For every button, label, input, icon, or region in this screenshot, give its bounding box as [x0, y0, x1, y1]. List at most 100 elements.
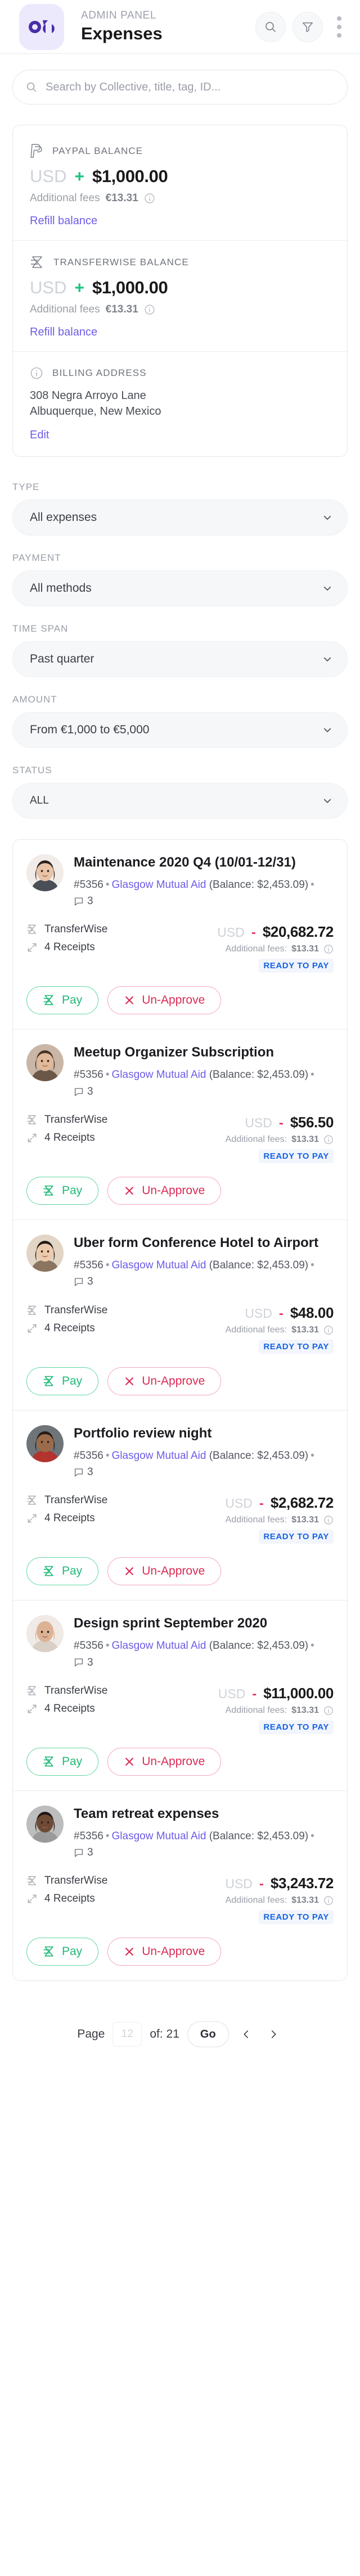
expense-collective-link[interactable]: Glasgow Mutual Aid: [112, 879, 206, 891]
expense-balance-prefix: (Balance:: [209, 1830, 254, 1842]
expense-row[interactable]: Meetup Organizer Subscription #5356 • Glas…: [13, 1029, 347, 1219]
expand-arrows-icon: [28, 1324, 37, 1332]
status-badge: READY TO PAY: [259, 1910, 334, 1925]
info-circle-icon[interactable]: [323, 1515, 334, 1525]
expense-receipts[interactable]: 4 Receipts: [26, 941, 217, 954]
pagination-next-button[interactable]: [264, 2023, 283, 2046]
expense-fees-row: Additional fees: $13.31: [226, 1135, 334, 1145]
expense-comments[interactable]: 3: [74, 1844, 93, 1861]
expense-amount-block: USD - $48.00 Additional fees: $13.31 REA…: [226, 1304, 334, 1354]
header-titles: ADMIN PANEL Expenses: [81, 9, 249, 45]
expense-row[interactable]: Team retreat expenses #5356 • Glasgow Mutu…: [13, 1790, 347, 1981]
expense-row[interactable]: Maintenance 2020 Q4 (10/01-12/31) #5356 •…: [13, 840, 347, 1030]
un-approve-button[interactable]: Un-Approve: [107, 1747, 222, 1776]
expense-payment-method-label: TransferWise: [44, 1684, 108, 1697]
filter-payment-select[interactable]: All methods: [12, 570, 348, 606]
expense-title: Meetup Organizer Subscription: [74, 1045, 274, 1060]
pay-button[interactable]: Pay: [26, 986, 99, 1015]
filter-amount-value: From €1,000 to €5,000: [30, 723, 150, 736]
expense-receipts[interactable]: 4 Receipts: [26, 1893, 225, 1905]
expense-fees-amount: $13.31: [291, 1515, 319, 1525]
info-circle-icon[interactable]: [144, 193, 155, 204]
search-icon-button[interactable]: [255, 11, 286, 42]
un-approve-button[interactable]: Un-Approve: [107, 1938, 222, 1966]
info-circle-icon[interactable]: [323, 1895, 334, 1906]
expense-details: TransferWise 4 Receipts USD - $11,000.00…: [26, 1685, 334, 1734]
filter-status-label: STATUS: [12, 764, 52, 775]
filter-status: STATUS ALL: [12, 765, 348, 819]
expense-collective-link[interactable]: Glasgow Mutual Aid: [112, 1259, 206, 1271]
filter-status-select[interactable]: ALL: [12, 782, 348, 819]
expense-comments[interactable]: 3: [74, 1464, 93, 1480]
expense-amount-block: USD - $2,682.72 Additional fees: $13.31 …: [225, 1494, 334, 1544]
expense-amount-block: USD - $20,682.72 Additional fees: $13.31…: [217, 923, 334, 973]
pay-button[interactable]: Pay: [26, 1747, 99, 1776]
info-circle-icon[interactable]: [144, 304, 155, 315]
billing-address-edit-link[interactable]: Edit: [30, 429, 49, 441]
expense-comments[interactable]: 3: [74, 1273, 93, 1290]
expense-actions: Pay Un-Approve: [26, 1557, 334, 1586]
un-approve-button[interactable]: Un-Approve: [107, 1367, 222, 1395]
expense-balance-prefix: (Balance:: [209, 1640, 254, 1652]
pay-button[interactable]: Pay: [26, 1557, 99, 1586]
filter-type-select[interactable]: All expenses: [12, 499, 348, 536]
transferwise-icon: [27, 1305, 36, 1315]
expense-fees-row: Additional fees: $13.31: [225, 1515, 334, 1525]
more-vertical-icon[interactable]: [331, 12, 348, 42]
expense-currency: USD: [245, 1115, 272, 1130]
pagination-prev-button[interactable]: [237, 2023, 256, 2046]
expense-collective-balance: $2,453.09: [257, 1069, 305, 1081]
expense-receipts[interactable]: 4 Receipts: [26, 1703, 218, 1715]
expense-comments[interactable]: 3: [74, 893, 93, 909]
filter-icon-button[interactable]: [292, 11, 323, 42]
un-approve-button[interactable]: Un-Approve: [107, 1176, 222, 1205]
expense-receipts[interactable]: 4 Receipts: [26, 1132, 226, 1144]
transferwise-icon: [43, 1756, 53, 1767]
expense-comments[interactable]: 3: [74, 1654, 93, 1671]
pagination-total-label: of: 21: [150, 2028, 179, 2041]
expand-arrows-icon: [28, 1704, 37, 1713]
info-circle-icon[interactable]: [323, 1135, 334, 1145]
search-input[interactable]: [46, 80, 335, 94]
un-approve-button[interactable]: Un-Approve: [107, 986, 222, 1015]
expense-collective-link[interactable]: Glasgow Mutual Aid: [112, 1069, 206, 1081]
transferwise-icon: [27, 1495, 36, 1505]
close-x-icon: [125, 1757, 134, 1766]
pagination-go-button[interactable]: Go: [187, 2021, 229, 2048]
chevron-left-icon: [244, 2030, 248, 2039]
pay-button[interactable]: Pay: [26, 1367, 99, 1395]
pagination-page-input[interactable]: [112, 2022, 142, 2047]
expense-row[interactable]: Portfolio review night #5356 • Glasgow Mut…: [13, 1409, 347, 1600]
paypal-currency: USD: [30, 166, 67, 186]
expense-collective-link[interactable]: Glasgow Mutual Aid: [112, 1450, 206, 1462]
info-circle-icon[interactable]: [323, 1706, 334, 1716]
filter-amount-select[interactable]: From €1,000 to €5,000: [12, 711, 348, 748]
expense-comments[interactable]: 3: [74, 1083, 93, 1100]
expense-collective-link[interactable]: Glasgow Mutual Aid: [112, 1830, 206, 1842]
expense-currency: USD: [218, 1686, 246, 1701]
info-circle-icon[interactable]: [323, 1325, 334, 1335]
paypal-balance-header: PAYPAL BALANCE: [30, 143, 330, 158]
opencollective-logo-icon: [19, 3, 64, 50]
filter-time-span-select[interactable]: Past quarter: [12, 641, 348, 677]
expense-collective-balance: $2,453.09: [257, 878, 305, 891]
expense-row[interactable]: Design sprint September 2020 #5356 • Glasg…: [13, 1600, 347, 1790]
search-bar[interactable]: [12, 70, 348, 105]
expense-receipts[interactable]: 4 Receipts: [26, 1512, 225, 1525]
pay-button[interactable]: Pay: [26, 1176, 99, 1205]
transferwise-refill-balance-link[interactable]: Refill balance: [30, 326, 97, 338]
pay-button[interactable]: Pay: [26, 1938, 99, 1966]
un-approve-button-label: Un-Approve: [142, 1374, 205, 1387]
filter-status-value: ALL: [30, 794, 49, 806]
expense-row[interactable]: Uber form Conference Hotel to Airport #5…: [13, 1219, 347, 1410]
expense-id: #5356: [74, 878, 104, 891]
un-approve-button[interactable]: Un-Approve: [107, 1557, 222, 1586]
expense-meta: #5356 • Glasgow Mutual Aid (Balance: $2,45…: [74, 1638, 334, 1671]
expense-summary: Design sprint September 2020 #5356 • Glasg…: [26, 1615, 334, 1671]
expense-receipts[interactable]: 4 Receipts: [26, 1322, 226, 1335]
expense-detail-left: TransferWise 4 Receipts: [26, 1114, 226, 1150]
expense-summary: Uber form Conference Hotel to Airport #5…: [26, 1234, 334, 1291]
expense-collective-link[interactable]: Glasgow Mutual Aid: [112, 1640, 206, 1652]
info-circle-icon[interactable]: [323, 944, 334, 954]
paypal-refill-balance-link[interactable]: Refill balance: [30, 215, 97, 227]
